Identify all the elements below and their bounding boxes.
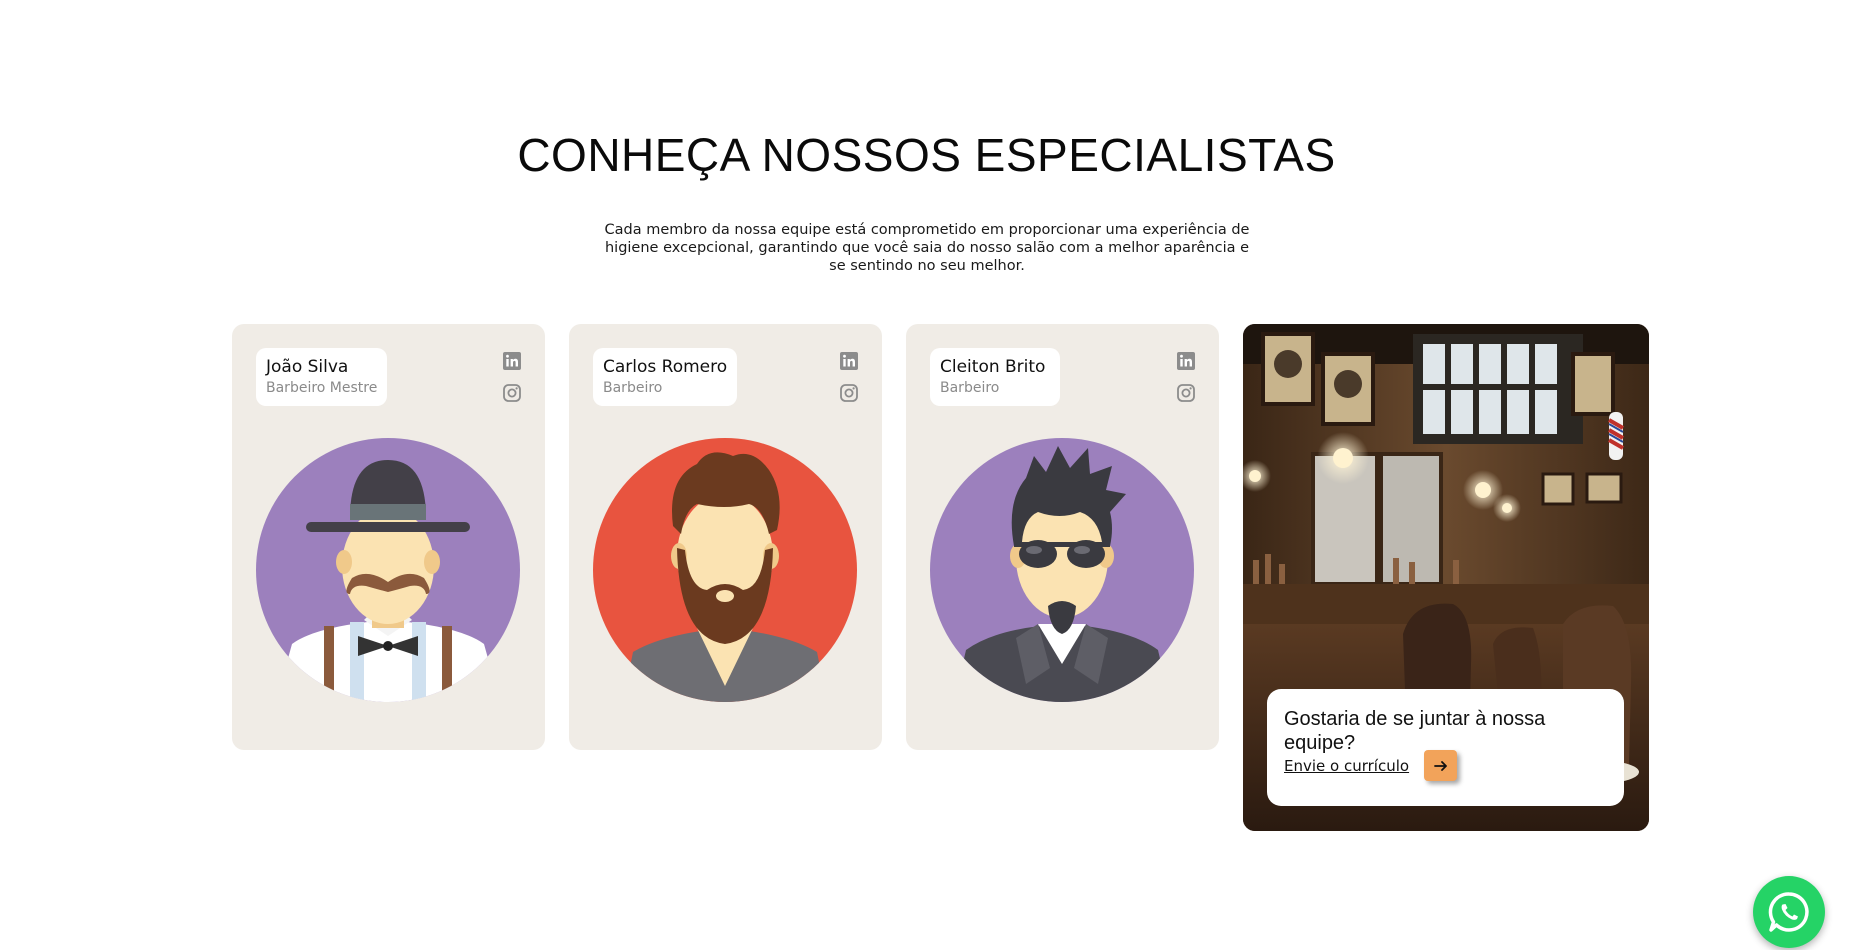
team-card-cleiton: Cleiton Brito Barbeiro: [906, 324, 1219, 750]
section-title: CONHEÇA NOSSOS ESPECIALISTAS: [517, 129, 1336, 181]
name-badge: Carlos Romero Barbeiro: [593, 348, 738, 406]
whatsapp-icon: [1768, 892, 1809, 932]
member-name: Carlos Romero: [603, 357, 728, 377]
instagram-icon[interactable]: [1176, 383, 1196, 403]
member-role: Barbeiro: [603, 380, 663, 396]
linkedin-icon[interactable]: [1176, 351, 1196, 371]
join-action-row: Envie o currículo: [1284, 750, 1458, 781]
avatar: [256, 438, 520, 702]
instagram-icon[interactable]: [839, 383, 859, 403]
join-team-card: Gostaria de se juntar à nossa equipe? En…: [1243, 324, 1649, 831]
join-question: Gostaria de se juntar à nossa equipe?: [1284, 708, 1546, 754]
member-name: João Silva: [266, 357, 349, 377]
send-cv-link[interactable]: Envie o currículo: [1284, 757, 1409, 775]
instagram-icon[interactable]: [502, 383, 522, 403]
team-card-joao: João Silva Barbeiro Mestre: [232, 324, 545, 750]
send-cv-button[interactable]: [1424, 750, 1458, 781]
member-role: Barbeiro Mestre: [266, 380, 378, 396]
name-badge: João Silva Barbeiro Mestre: [256, 348, 388, 406]
linkedin-icon[interactable]: [839, 351, 859, 371]
social-links: [1175, 351, 1197, 403]
name-badge: Cleiton Brito Barbeiro: [930, 348, 1060, 406]
arrow-right-icon: [1433, 760, 1447, 771]
member-role: Barbeiro: [940, 380, 1000, 396]
join-callout: Gostaria de se juntar à nossa equipe? En…: [1267, 689, 1624, 806]
member-name: Cleiton Brito: [940, 357, 1046, 377]
social-links: [501, 351, 523, 403]
avatar: [593, 438, 857, 702]
team-card-carlos: Carlos Romero Barbeiro: [569, 324, 882, 750]
whatsapp-button[interactable]: [1753, 876, 1825, 948]
linkedin-icon[interactable]: [502, 351, 522, 371]
section-description: Cada membro da nossa equipe está comprom…: [604, 222, 1250, 274]
avatar: [930, 438, 1194, 702]
social-links: [838, 351, 860, 403]
